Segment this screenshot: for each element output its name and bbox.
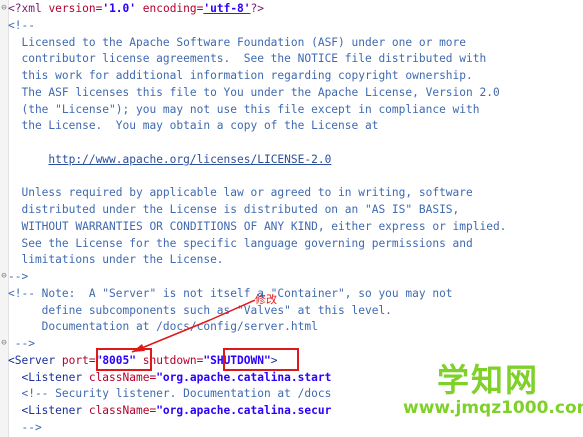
watermark-url: www.jmqz1000.com [403, 398, 583, 418]
watermark-title: 学知网 [436, 361, 539, 399]
watermark-logo: 学知网 www.jmqz1000.com [403, 361, 583, 418]
annotation-label: 修改 [255, 293, 277, 306]
